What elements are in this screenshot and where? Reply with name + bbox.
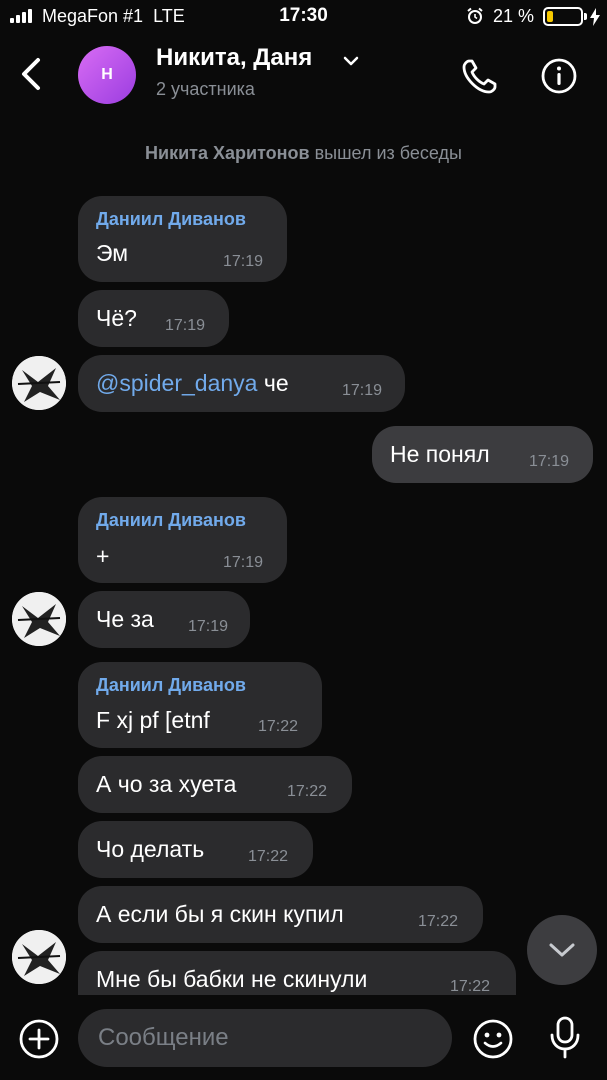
message-text: + (96, 543, 110, 569)
sender-avatar[interactable] (12, 592, 66, 646)
message-text: А чо за хуета (96, 771, 237, 797)
avatar-drawing (12, 592, 66, 646)
scroll-to-bottom-button[interactable] (527, 915, 597, 985)
message-bubble[interactable]: Чё? 17:19 (78, 290, 229, 347)
message-time: 17:19 (223, 253, 264, 270)
smile-icon[interactable] (472, 1018, 514, 1060)
status-bar: MegaFon #1 LTE 17:30 21 % (0, 0, 607, 34)
message-bubble[interactable]: Чо делать 17:22 (78, 821, 313, 878)
battery-percent: 21 % (493, 6, 535, 26)
message-bubble[interactable]: Даниил Диванов + 17:19 (78, 497, 287, 583)
sender-name[interactable]: Даниил Диванов (96, 209, 246, 230)
avatar-drawing (12, 356, 66, 410)
message-time: 17:19 (223, 554, 264, 571)
chevron-down-icon[interactable] (342, 54, 360, 68)
message-bubble[interactable]: @spider_danya че 17:19 (78, 355, 405, 412)
sender-name[interactable]: Даниил Диванов (96, 675, 246, 696)
avatar-drawing (12, 930, 66, 984)
message-time: 17:22 (287, 783, 328, 800)
sender-avatar[interactable] (12, 356, 66, 410)
phone-icon[interactable] (460, 56, 500, 96)
mention-link[interactable]: @spider_danya (96, 370, 257, 396)
message-bubble[interactable]: Даниил Диванов Эм 17:19 (78, 196, 287, 282)
message-time: 17:19 (529, 453, 570, 470)
message-time: 17:22 (258, 718, 299, 735)
back-chevron-icon[interactable] (14, 54, 48, 94)
message-time: 17:22 (450, 978, 491, 995)
message-text: Чё? (96, 305, 137, 331)
sender-name[interactable]: Даниил Диванов (96, 510, 246, 531)
message-bubble[interactable]: Мне бы бабки не скинули 17:22 (78, 951, 516, 995)
message-bubble[interactable]: А если бы я скин купил 17:22 (78, 886, 483, 943)
message-text: А если бы я скин купил (96, 901, 344, 927)
info-icon[interactable] (539, 56, 579, 96)
message-time: 17:22 (418, 913, 459, 930)
battery-icon (543, 7, 587, 26)
message-text: Эм (96, 240, 129, 266)
chat-avatar[interactable]: Н (78, 46, 136, 104)
message-time: 17:19 (165, 317, 206, 334)
participants-count[interactable]: 2 участника (156, 79, 255, 100)
sender-avatar[interactable] (12, 930, 66, 984)
charging-icon (590, 8, 600, 26)
message-text: F xj pf [etnf (96, 707, 210, 733)
message-text: Не понял (390, 441, 490, 467)
message-text: @spider_danya че (96, 370, 289, 396)
plus-circle-icon[interactable] (18, 1018, 60, 1060)
alarm-icon (467, 7, 483, 24)
message-time: 17:19 (342, 382, 383, 399)
chat-header: Н Никита, Даня 2 участника (0, 34, 607, 118)
arrow-down-icon (549, 943, 575, 957)
message-time: 17:19 (188, 618, 229, 635)
message-bubble[interactable]: А чо за хуета 17:22 (78, 756, 352, 813)
chat-title[interactable]: Никита, Даня (156, 44, 312, 72)
message-text: Чо делать (96, 836, 205, 862)
message-composer (0, 995, 607, 1080)
message-text: Мне бы бабки не скинули (96, 966, 368, 992)
message-time: 17:22 (248, 848, 289, 865)
service-message: Никита Харитонов вышел из беседы (145, 143, 462, 163)
message-input[interactable] (78, 1009, 452, 1067)
message-bubble-outgoing[interactable]: Не понял 17:19 (372, 426, 593, 483)
message-text: Че за (96, 606, 154, 632)
message-bubble[interactable]: Даниил Диванов F xj pf [etnf 17:22 (78, 662, 322, 748)
microphone-icon[interactable] (547, 1015, 583, 1061)
message-bubble[interactable]: Че за 17:19 (78, 591, 250, 648)
